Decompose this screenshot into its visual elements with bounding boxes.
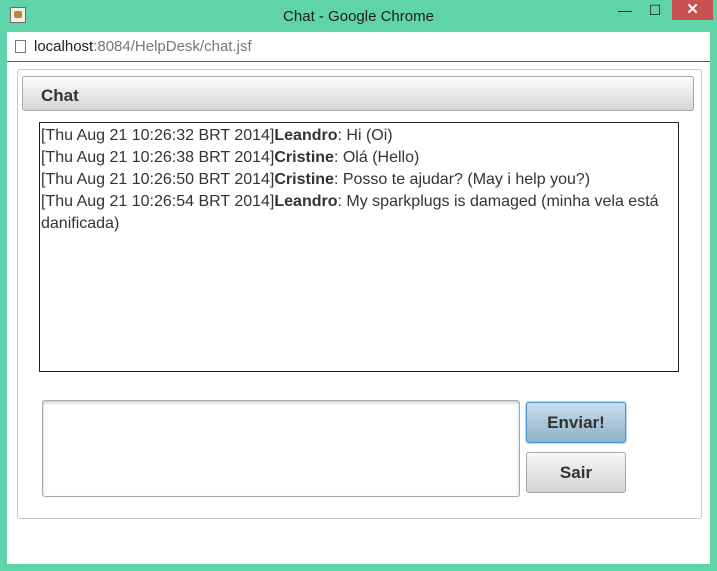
url-text[interactable]: localhost:8084/HelpDesk/chat.jsf (34, 38, 252, 55)
message-time: [Thu Aug 21 10:26:38 BRT 2014] (41, 149, 275, 166)
message-user: Leandro (274, 127, 338, 144)
message-user: Cristine (274, 171, 334, 188)
window-titlebar: Chat - Google Chrome — ☐ ✕ (0, 0, 717, 32)
url-path: :8084/HelpDesk/chat.jsf (93, 38, 252, 55)
message-time: [Thu Aug 21 10:26:32 BRT 2014] (41, 127, 275, 144)
chat-message: [Thu Aug 21 10:26:32 BRT 2014]Leandro: H… (41, 125, 678, 147)
message-text: : Posso te ajudar? (May i help you?) (333, 171, 591, 188)
message-user: Cristine (274, 149, 334, 166)
page-content: Chat [Thu Aug 21 10:26:32 BRT 2014]Leand… (7, 62, 710, 564)
maximize-button[interactable]: ☐ (640, 0, 670, 20)
message-time: [Thu Aug 21 10:26:54 BRT 2014] (41, 193, 275, 210)
chat-message: [Thu Aug 21 10:26:50 BRT 2014]Cristine: … (41, 169, 678, 191)
send-button[interactable]: Enviar! (526, 402, 626, 443)
chat-message: [Thu Aug 21 10:26:38 BRT 2014]Cristine: … (41, 147, 678, 169)
page-icon (15, 40, 26, 53)
chat-message: [Thu Aug 21 10:26:54 BRT 2014]Leandro: M… (41, 191, 678, 235)
chat-panel-header: Chat (22, 76, 694, 111)
message-time: [Thu Aug 21 10:26:50 BRT 2014] (41, 171, 275, 188)
chat-log[interactable]: [Thu Aug 21 10:26:32 BRT 2014]Leandro: H… (39, 122, 679, 372)
message-user: Leandro (274, 193, 338, 210)
close-window-button[interactable]: ✕ (672, 0, 713, 20)
address-bar[interactable]: localhost:8084/HelpDesk/chat.jsf (7, 32, 710, 62)
message-text: : Hi (Oi) (337, 127, 393, 144)
message-text: : Olá (Hello) (333, 149, 420, 166)
exit-button[interactable]: Sair (526, 452, 626, 493)
message-input[interactable] (42, 400, 520, 497)
chat-panel-title: Chat (41, 86, 79, 105)
minimize-button[interactable]: — (610, 0, 640, 20)
chat-panel: Chat [Thu Aug 21 10:26:32 BRT 2014]Leand… (17, 69, 702, 519)
url-host: localhost (34, 38, 94, 55)
